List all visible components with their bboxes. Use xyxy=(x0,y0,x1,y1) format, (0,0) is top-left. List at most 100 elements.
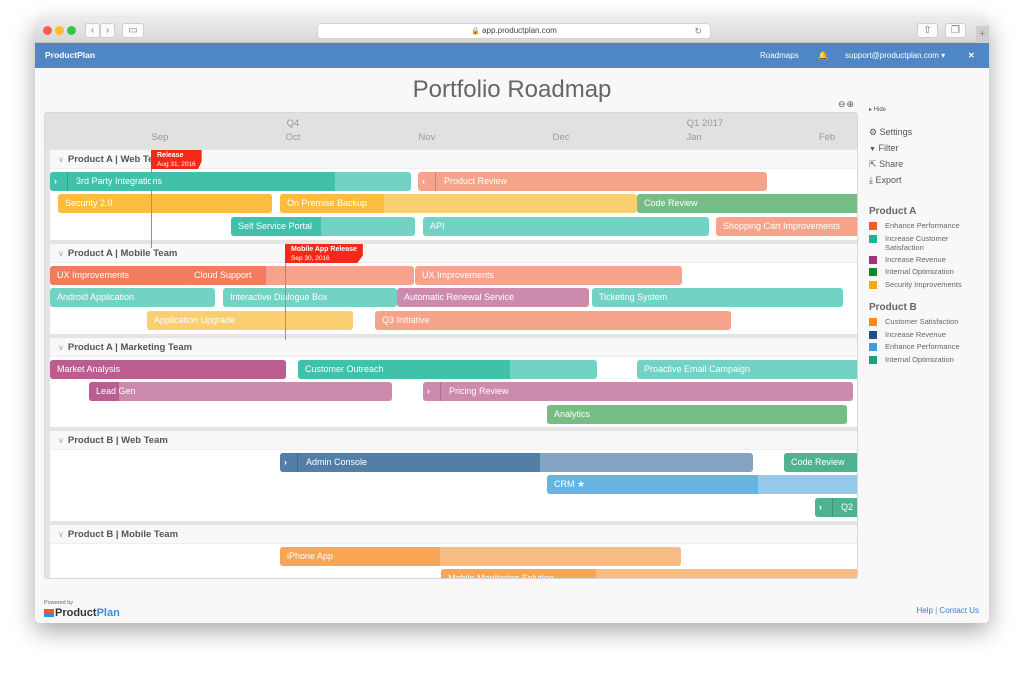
hide-sidebar-toggle[interactable]: ▸ Hide xyxy=(869,106,886,113)
collapse-chevron-icon[interactable]: ∨ xyxy=(58,436,64,445)
gear-icon: ⚙ xyxy=(869,127,878,137)
bar-label: Security 2.0 xyxy=(65,198,113,208)
footer-logo[interactable]: ProductPlan xyxy=(44,607,120,619)
settings-action[interactable]: ⚙ Settings xyxy=(869,127,912,138)
legend-swatch xyxy=(869,234,877,243)
reload-icon[interactable]: ↻ xyxy=(694,24,702,38)
expand-chevron-icon[interactable]: › xyxy=(54,172,68,191)
roadmap-bar[interactable]: Shopping Cart Improvements xyxy=(716,217,857,236)
bar-label: Cloud Support xyxy=(194,270,252,280)
swimlane-header[interactable]: ∨ Product A | Marketing Team xyxy=(50,338,857,357)
roadmap-bar[interactable]: Lead Gen xyxy=(89,382,392,401)
roadmap-bar[interactable]: CRM ★ xyxy=(547,475,857,494)
chevron-left-icon: ‹ xyxy=(90,25,95,36)
brand-logo[interactable]: ProductPlan xyxy=(45,50,95,60)
legend-item: Enhance Performance xyxy=(869,221,987,230)
zoom-controls: ⊖⊕ xyxy=(838,99,855,110)
milestone-flag[interactable]: Mobile App Release Sep 30, 2016 xyxy=(285,244,363,263)
roadmap-bar[interactable]: › Pricing Review xyxy=(423,382,853,401)
roadmap-bar[interactable]: Proactive Email Campaign xyxy=(637,360,857,379)
back-button[interactable]: ‹ xyxy=(85,23,100,38)
swimlane-header[interactable]: ∨ Product B | Web Team xyxy=(50,431,857,450)
roadmap-bar[interactable]: Mobile Monitoring Solution xyxy=(441,569,857,578)
timeline-month: Sep xyxy=(151,132,169,143)
swimlane-header[interactable]: ∨ Product B | Mobile Team xyxy=(50,525,857,544)
legend-label: Enhance Performance xyxy=(885,221,960,230)
roadmap-bar[interactable]: iPhone App xyxy=(280,547,681,566)
filter-action[interactable]: ▼ Filter xyxy=(869,143,898,153)
roadmap-bar[interactable]: UX Improvements xyxy=(50,266,191,285)
roadmap-bar[interactable]: Android Application xyxy=(50,288,215,307)
roadmap-bar[interactable]: › Admin Console xyxy=(280,453,753,472)
legend-item: Internal Optimization xyxy=(869,267,987,276)
zoom-in-icon[interactable]: ⊕ xyxy=(847,99,856,109)
bar-label: Code Review xyxy=(791,457,845,467)
legend-title: Product A xyxy=(869,206,917,217)
roadmap-bar[interactable]: Application Upgrade xyxy=(147,311,353,330)
swimlane-title: Product B | Mobile Team xyxy=(67,529,179,540)
roadmap-bar[interactable]: › 3rd Party Integrations xyxy=(50,172,411,191)
roadmap-bar[interactable]: On Premise Backup xyxy=(280,194,637,213)
roadmap-bar[interactable]: Analytics xyxy=(547,405,847,424)
roadmap-bar[interactable]: Market Analysis xyxy=(50,360,286,379)
collapse-chevron-icon[interactable]: ∨ xyxy=(58,155,64,164)
roadmap-bar[interactable]: Automatic Renewal Service xyxy=(397,288,589,307)
roadmap-canvas: Sep Oct Nov Dec Jan Feb Q4 Q1 2017 ∨ Product A |… xyxy=(44,112,858,579)
new-tab-button[interactable]: + xyxy=(976,26,989,43)
legend-swatch xyxy=(869,343,877,351)
tabs-overview-button[interactable]: ❐ xyxy=(945,23,966,38)
share-action[interactable]: ⇱ Share xyxy=(869,159,903,170)
roadmap-bar[interactable]: Customer Outreach xyxy=(298,360,597,379)
bar-label: Product Review xyxy=(444,176,508,186)
roadmap-bar[interactable]: Code Review xyxy=(637,194,857,213)
expand-chevron-icon[interactable]: › xyxy=(422,172,436,191)
legend-item: Increase Customer Satisfaction xyxy=(869,234,987,252)
expand-chevron-icon[interactable]: › xyxy=(427,382,441,401)
zoom-out-icon[interactable]: ⊖ xyxy=(838,99,847,109)
share-page-button[interactable]: ⇧ xyxy=(917,23,938,38)
legend-item: Internal Optimization xyxy=(869,355,987,364)
roadmap-bar[interactable]: Q3 Initiative xyxy=(375,311,731,330)
export-action[interactable]: ⤓ Export xyxy=(869,175,902,186)
roadmap-bar[interactable]: Ticketing System xyxy=(592,288,843,307)
browser-titlebar: ‹ › ▭ 🔒 app.productplan.com ↻ ⇧ ❐ + xyxy=(35,18,989,43)
roadmap-bar[interactable]: Self Service Portal xyxy=(231,217,415,236)
swimlane-header[interactable]: ∨ Product A | Mobile Team xyxy=(50,244,857,263)
roadmap-bar[interactable]: UX Improvements xyxy=(415,266,682,285)
browser-window: ‹ › ▭ 🔒 app.productplan.com ↻ ⇧ ❐ + Prod… xyxy=(35,18,989,623)
address-bar[interactable]: 🔒 app.productplan.com ↻ xyxy=(317,23,711,39)
roadmaps-link[interactable]: Roadmaps xyxy=(760,51,799,60)
logo-plan-text: Plan xyxy=(96,607,120,619)
user-menu[interactable]: support@productplan.com ▾ xyxy=(845,51,945,60)
bar-label: 3rd Party Integrations xyxy=(76,176,163,186)
roadmap-bar[interactable]: › Q2 xyxy=(815,498,857,517)
share-label: Share xyxy=(879,159,904,169)
lock-icon: 🔒 xyxy=(471,28,480,35)
roadmap-bar[interactable]: Code Review xyxy=(784,453,857,472)
bell-icon[interactable]: 🔔 xyxy=(818,51,828,60)
roadmap-bar[interactable]: Security 2.0 xyxy=(58,194,272,213)
collapse-chevron-icon[interactable]: ∨ xyxy=(58,530,64,539)
milestone-flag[interactable]: Release Aug 31, 2016 xyxy=(151,150,202,169)
collapse-chevron-icon[interactable]: ∨ xyxy=(58,249,64,258)
timeline-month: Feb xyxy=(818,132,836,143)
expand-chevron-icon[interactable]: › xyxy=(284,453,298,472)
swimlane: ∨ Product A | Marketing Team Market Analys… xyxy=(50,338,857,427)
close-window-button[interactable] xyxy=(43,26,52,35)
bar-label: Ticketing System xyxy=(599,292,668,302)
maximize-window-button[interactable] xyxy=(67,26,76,35)
minimize-window-button[interactable] xyxy=(55,26,64,35)
contact-us-link[interactable]: Contact Us xyxy=(939,606,979,615)
forward-button[interactable]: › xyxy=(100,23,115,38)
roadmap-bar[interactable]: Cloud Support xyxy=(187,266,414,285)
expand-chevron-icon[interactable]: › xyxy=(819,498,833,517)
roadmap-bar[interactable]: Interactive Dialogue Box xyxy=(223,288,397,307)
timeline-header: Sep Oct Nov Dec Jan Feb Q4 Q1 2017 xyxy=(45,113,857,149)
roadmap-bar[interactable]: API xyxy=(423,217,709,236)
roadmap-bar[interactable]: › Product Review xyxy=(418,172,767,191)
sidebar-toggle-button[interactable]: ▭ xyxy=(122,23,144,38)
bar-label: Self Service Portal xyxy=(238,221,313,231)
collapse-chevron-icon[interactable]: ∨ xyxy=(58,343,64,352)
help-link[interactable]: Help xyxy=(916,606,932,615)
fullscreen-icon[interactable]: ✕ xyxy=(968,51,975,60)
